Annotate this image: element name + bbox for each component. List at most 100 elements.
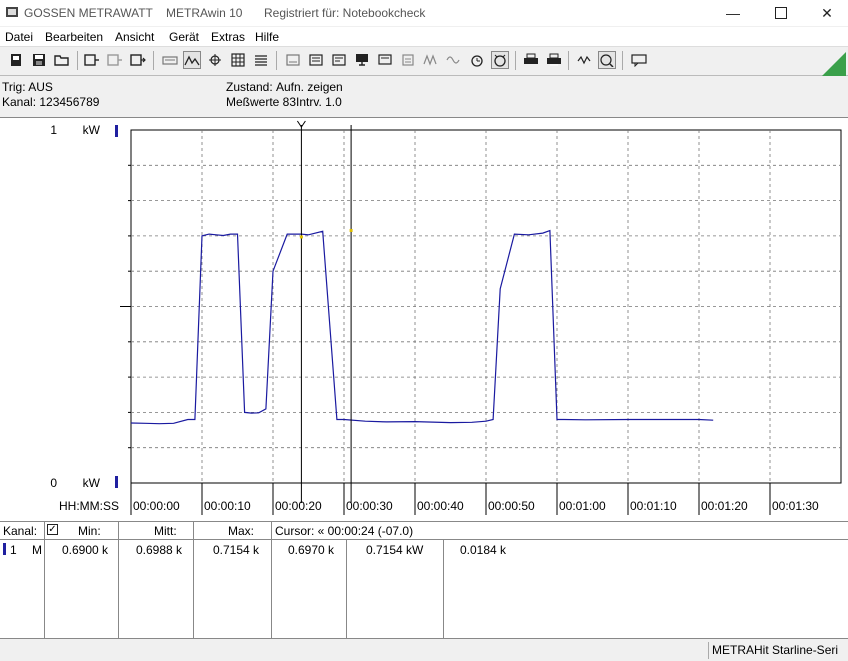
info-area: Trig: AUS Kanal: 123456789 Zustand: Aufn… <box>0 76 848 116</box>
toolbar <box>0 47 848 76</box>
print-button[interactable] <box>522 51 540 69</box>
row-mitt: 0.6988 k <box>136 543 183 557</box>
checkmark-icon: ✓ <box>48 524 57 535</box>
x-tick-label: 00:01:30 <box>772 499 819 513</box>
minimize-icon: — <box>726 5 740 21</box>
series-line-1 <box>130 229 714 425</box>
x-tick-label: 00:00:40 <box>417 499 464 513</box>
comment-icon <box>631 54 647 67</box>
window-brand: GOSSEN METRAWATT <box>24 6 153 20</box>
messwerte-count: Meßwerte 83 <box>226 95 297 109</box>
toolbar-separator <box>568 51 569 70</box>
x-tick-label: 00:01:20 <box>701 499 748 513</box>
open-button[interactable] <box>53 51 71 69</box>
chart-svg[interactable]: 1 kW 0 kW HH:MM:SS 00:00:00 00:00:10 00:00… <box>0 118 848 521</box>
help-button[interactable] <box>598 51 616 69</box>
alarm-button[interactable] <box>491 51 509 69</box>
keyboard-button[interactable] <box>161 51 179 69</box>
timer-icon <box>471 55 483 67</box>
x-tick-label: 00:00:00 <box>133 499 180 513</box>
help-icon <box>600 54 614 67</box>
save-icon <box>33 54 45 66</box>
minimize-button[interactable]: — <box>710 0 756 26</box>
menu-datei[interactable]: Datei <box>5 30 33 44</box>
y-top-value: 1 <box>50 123 57 137</box>
chart-area[interactable]: 1 kW 0 kW HH:MM:SS 00:00:00 00:00:10 00:00… <box>0 117 848 522</box>
menu-geraet[interactable]: Gerät <box>169 30 199 44</box>
waveform-button[interactable] <box>422 51 440 69</box>
x-axis-label: HH:MM:SS <box>59 499 119 513</box>
cursor-handle[interactable] <box>296 120 306 128</box>
x-tick-label: 00:01:00 <box>559 499 606 513</box>
print-preview-icon <box>378 54 392 65</box>
channel-color-marker <box>3 543 6 555</box>
menu-extras[interactable]: Extras <box>211 30 245 44</box>
column-divider <box>443 539 444 638</box>
signal-button[interactable] <box>445 51 463 69</box>
waveform-icon <box>423 54 437 66</box>
toolbar-separator <box>153 51 154 70</box>
signal-icon <box>446 56 460 64</box>
close-icon: ✕ <box>821 4 833 21</box>
maximize-icon <box>775 7 787 19</box>
archive-button[interactable] <box>399 51 417 69</box>
maximize-button[interactable] <box>758 0 804 26</box>
table-button[interactable] <box>229 51 247 69</box>
log-icon <box>332 54 346 66</box>
window-registered: Registriert für: Notebookcheck <box>264 6 426 20</box>
device-connect-button[interactable] <box>83 51 101 69</box>
status-bar: METRAHit Starline-Seri <box>0 640 848 661</box>
crosshair-button[interactable] <box>206 51 224 69</box>
settings-icon <box>309 54 323 66</box>
x-tick-label: 00:00:30 <box>346 499 393 513</box>
help-context-button[interactable] <box>576 51 594 69</box>
menu-hilfe[interactable]: Hilfe <box>255 30 279 44</box>
panel-header <box>0 522 848 540</box>
timer-button[interactable] <box>468 51 486 69</box>
print-preview-button[interactable] <box>376 51 394 69</box>
help-context-icon <box>577 55 591 65</box>
new-file-button[interactable] <box>7 51 25 69</box>
device-send-button[interactable] <box>129 51 147 69</box>
monitor-button[interactable] <box>353 51 371 69</box>
zoom-x-button[interactable] <box>183 51 201 69</box>
title-bar: GOSSEN METRAWATT METRAwin 10 Registriert… <box>0 0 848 26</box>
x-tick-label: 00:00:10 <box>204 499 251 513</box>
row-channel[interactable]: 1 <box>10 543 17 557</box>
print-setup-button[interactable] <box>545 51 563 69</box>
window-product: METRAwin 10 <box>166 6 243 20</box>
menu-ansicht[interactable]: Ansicht <box>115 30 154 44</box>
channel-checkbox[interactable]: ✓ <box>47 524 58 535</box>
list-icon <box>255 55 267 66</box>
device-connect-icon <box>84 54 99 66</box>
row-cursor1: 0.6970 k <box>288 543 335 557</box>
channel-button[interactable] <box>284 51 302 69</box>
toolbar-separator <box>622 51 623 70</box>
toolbar-separator <box>276 51 277 70</box>
log-button[interactable] <box>330 51 348 69</box>
status-device: METRAHit Starline-Seri <box>708 642 846 659</box>
new-file-icon <box>11 54 21 66</box>
close-button[interactable]: ✕ <box>804 0 848 26</box>
settings-button[interactable] <box>307 51 325 69</box>
device-read-button[interactable] <box>106 51 124 69</box>
comment-button[interactable] <box>630 51 648 69</box>
x-tick-label: 00:00:50 <box>488 499 535 513</box>
crosshair-icon <box>209 54 221 66</box>
zoom-x-icon <box>184 55 200 66</box>
keyboard-icon <box>162 56 178 65</box>
trigger-status: Trig: AUS <box>2 80 53 94</box>
x-tick-label: 00:01:10 <box>630 499 677 513</box>
row-cursor2: 0.7154 kW <box>366 543 424 557</box>
save-button[interactable] <box>30 51 48 69</box>
series-layer <box>130 229 714 425</box>
app-icon[interactable] <box>5 5 19 19</box>
cursor-marker-1 <box>299 235 303 239</box>
list-button[interactable] <box>252 51 270 69</box>
column-divider <box>346 539 347 638</box>
header-kanal: Kanal: <box>3 524 38 538</box>
y-axis-bottom-marker <box>115 476 118 488</box>
x-tick-label: 00:00:20 <box>275 499 322 513</box>
printer-setup-icon <box>547 53 561 66</box>
menu-bearbeiten[interactable]: Bearbeiten <box>45 30 103 44</box>
